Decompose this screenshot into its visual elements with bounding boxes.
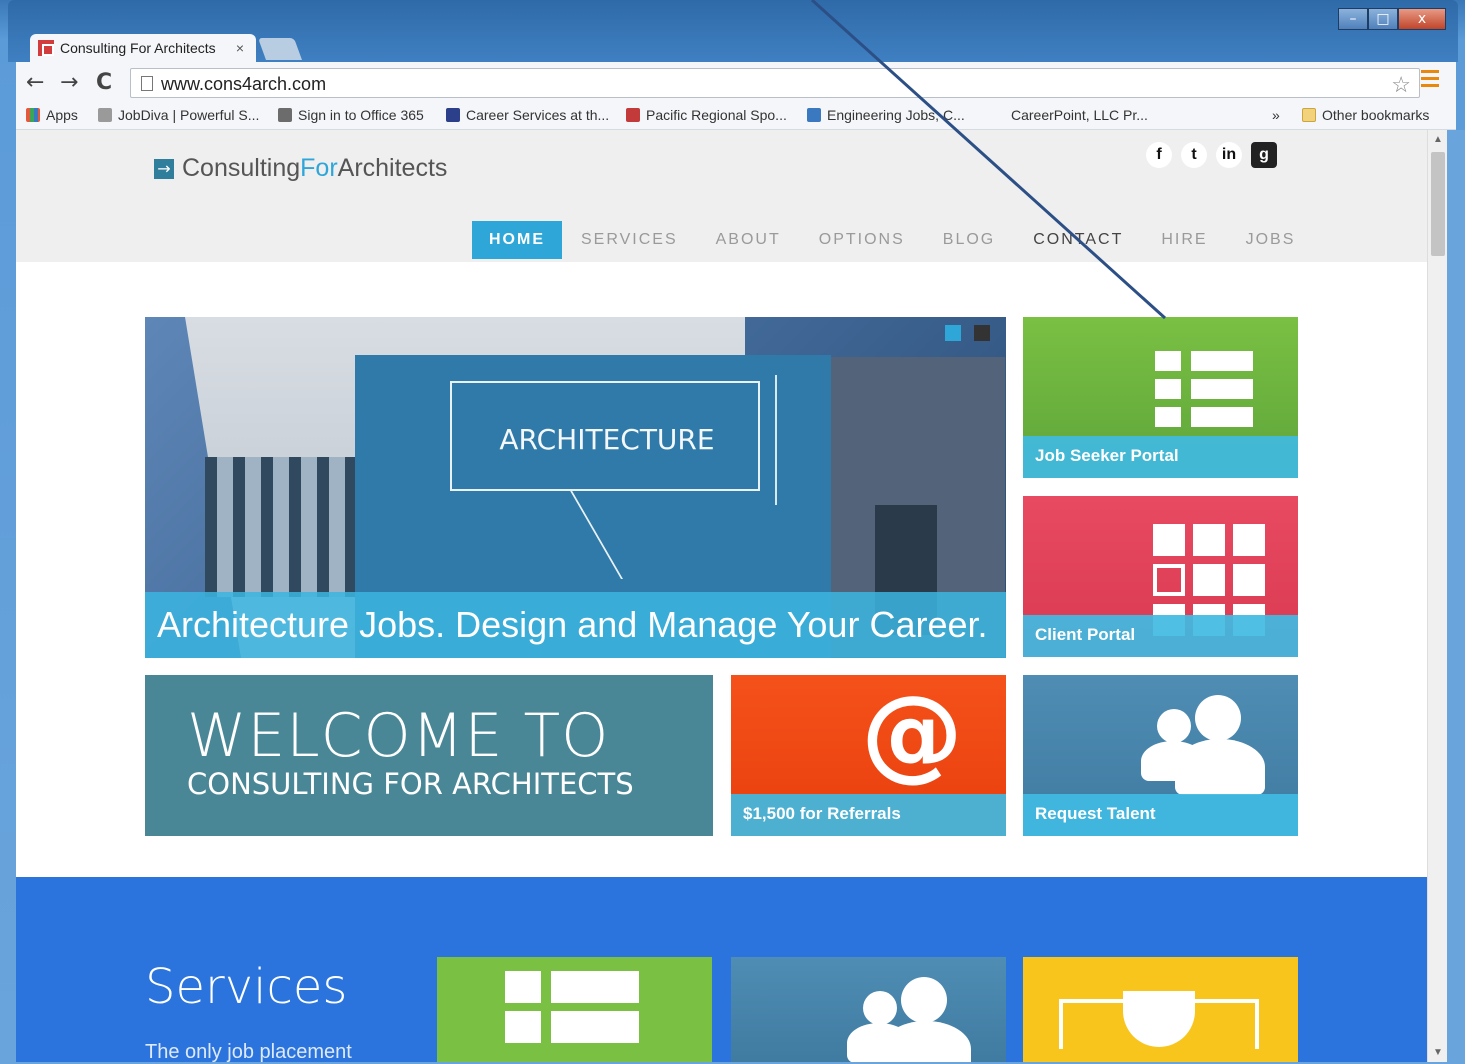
scroll-thumb[interactable]	[1431, 152, 1445, 256]
people-icon	[1135, 695, 1265, 795]
url-text[interactable]: www.cons4arch.com	[161, 74, 326, 95]
service-tile-people[interactable]	[731, 957, 1006, 1062]
dimension-line	[775, 375, 777, 505]
bookmark-apps[interactable]: Apps	[26, 107, 78, 123]
list-icon	[505, 971, 639, 1051]
nav-hire[interactable]: HIRE	[1142, 221, 1226, 259]
service-tile-list[interactable]	[437, 957, 712, 1062]
bookmark-star-icon[interactable]: ☆	[1391, 72, 1411, 98]
scroll-up-icon[interactable]: ▲	[1433, 134, 1443, 145]
engineering-icon	[807, 108, 821, 122]
service-tile-plug[interactable]	[1023, 957, 1298, 1062]
welcome-subheading: CONSULTING FOR ARCHITECTS	[187, 767, 634, 801]
new-tab-button[interactable]	[257, 38, 303, 60]
minimize-button[interactable]: –	[1338, 8, 1368, 30]
main-nav: HOME SERVICES ABOUT OPTIONS BLOG CONTACT…	[472, 221, 1314, 259]
welcome-heading: WELCOME TO	[187, 701, 610, 771]
jobdiva-icon	[98, 108, 112, 122]
nav-home[interactable]: HOME	[472, 221, 562, 259]
google-plus-icon[interactable]: g	[1251, 142, 1277, 168]
linkedin-icon[interactable]: in	[1216, 142, 1242, 168]
folder-icon	[1302, 108, 1316, 122]
browser-tab[interactable]: Consulting For Architects ×	[30, 34, 256, 62]
slide-dot-1[interactable]	[945, 325, 961, 341]
client-portal-label: Client Portal	[1023, 615, 1298, 657]
twitter-icon[interactable]: t	[1181, 142, 1207, 168]
nav-contact[interactable]: CONTACT	[1014, 221, 1142, 259]
welcome-tile: WELCOME TO CONSULTING FOR ARCHITECTS	[145, 675, 713, 836]
close-window-button[interactable]: x	[1398, 8, 1446, 30]
facebook-icon[interactable]: f	[1146, 142, 1172, 168]
forward-arrow-icon[interactable]: →	[60, 70, 78, 95]
page-viewport: → Consulting For Architects f t in g HOME …	[16, 130, 1427, 1062]
tab-title: Consulting For Architects	[60, 40, 216, 56]
nav-about[interactable]: ABOUT	[697, 221, 800, 259]
referrals-label: $1,500 for Referrals	[731, 794, 1006, 836]
close-tab-icon[interactable]: ×	[236, 40, 244, 56]
request-talent-tile[interactable]: Request Talent	[1023, 675, 1298, 836]
hero-caption-text: Architecture Jobs. Design and Manage You…	[157, 604, 988, 645]
back-arrow-icon[interactable]: ←	[26, 70, 44, 95]
site-header: → Consulting For Architects f t in g HOME …	[16, 130, 1427, 262]
services-title: Services	[145, 959, 348, 1015]
nav-options[interactable]: OPTIONS	[800, 221, 924, 259]
bookmarks-bar: Apps JobDiva | Powerful S... Sign in to …	[16, 102, 1456, 130]
browser-menu-icon[interactable]	[1421, 70, 1439, 90]
bookmark-careerpoint[interactable]: CareerPoint, LLC Pr...	[1011, 107, 1148, 123]
bookmark-career-services[interactable]: Career Services at th...	[446, 107, 609, 123]
building-windows	[205, 457, 355, 597]
speech-bubble: ARCHITECTURE	[450, 381, 760, 491]
maximize-button[interactable]: □	[1368, 8, 1398, 30]
bookmarks-overflow-icon[interactable]: »	[1272, 107, 1280, 123]
shield-icon	[446, 108, 460, 122]
slider-dots	[945, 325, 1003, 341]
page-icon	[141, 76, 153, 91]
logo-arrow-icon: →	[154, 158, 174, 179]
hero-slider[interactable]: ARCHITECTURE Architecture Jobs. Design a…	[145, 317, 1006, 658]
apps-grid-icon	[26, 108, 40, 122]
job-seeker-portal-label: Job Seeker Portal	[1023, 436, 1298, 478]
people-icon	[841, 977, 971, 1062]
window-border	[1447, 130, 1465, 1064]
reload-icon[interactable]: C	[96, 70, 112, 95]
bookmark-icon	[626, 108, 640, 122]
address-bar[interactable]: www.cons4arch.com ☆	[130, 68, 1420, 98]
request-talent-label: Request Talent	[1023, 794, 1298, 836]
site-favicon-icon	[38, 40, 54, 56]
bookmark-engineering-jobs[interactable]: Engineering Jobs, C...	[807, 107, 965, 123]
bookmark-pacific-regional[interactable]: Pacific Regional Spo...	[626, 107, 787, 123]
window-controls: – □ x	[1338, 8, 1446, 30]
services-subtitle: The only job placement	[145, 1041, 352, 1062]
scroll-down-icon[interactable]: ▼	[1433, 1047, 1443, 1058]
social-links: f t in g	[1146, 142, 1286, 168]
hero-caption: Architecture Jobs. Design and Manage You…	[145, 592, 1006, 658]
list-icon	[1155, 351, 1253, 435]
slide-dot-2[interactable]	[974, 325, 990, 341]
other-bookmarks[interactable]: Other bookmarks	[1302, 107, 1429, 123]
nav-services[interactable]: SERVICES	[562, 221, 697, 259]
at-sign-icon: @	[861, 675, 963, 793]
page-scrollbar[interactable]: ▲ ▼	[1427, 130, 1447, 1062]
referrals-tile[interactable]: @ $1,500 for Referrals	[731, 675, 1006, 836]
office-icon	[278, 108, 292, 122]
browser-toolbar: ← → C www.cons4arch.com ☆	[16, 62, 1456, 102]
job-seeker-portal-tile[interactable]: Job Seeker Portal	[1023, 317, 1298, 478]
board-title: ARCHITECTURE	[499, 423, 715, 456]
nav-jobs[interactable]: JOBS	[1227, 221, 1315, 259]
nav-blog[interactable]: BLOG	[924, 221, 1014, 259]
services-section: Services The only job placement	[16, 877, 1427, 1062]
speech-bubble-tail	[569, 489, 691, 579]
bookmark-office365[interactable]: Sign in to Office 365	[278, 107, 424, 123]
site-logo[interactable]: → Consulting For Architects	[154, 154, 447, 183]
bookmark-jobdiva[interactable]: JobDiva | Powerful S...	[98, 107, 259, 123]
client-portal-tile[interactable]: Client Portal	[1023, 496, 1298, 657]
